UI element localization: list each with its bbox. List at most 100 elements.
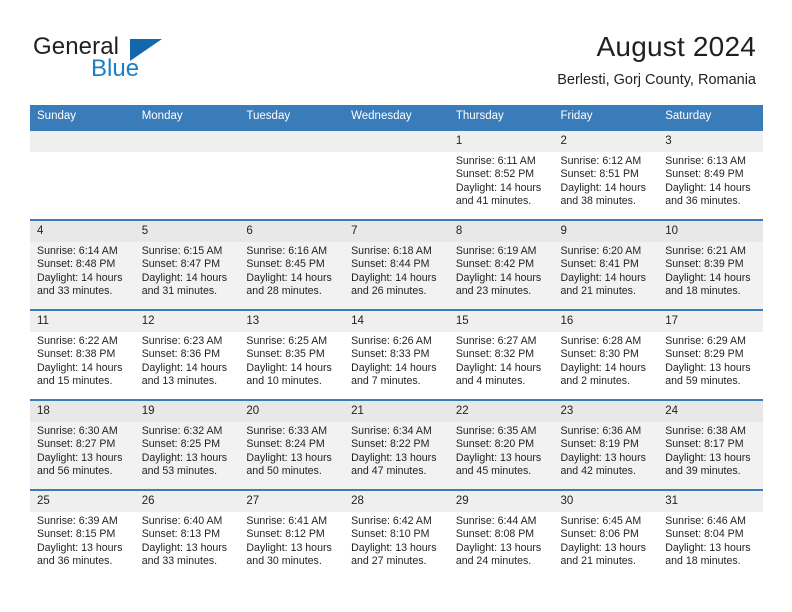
- day-cell[interactable]: 10 Sunrise: 6:21 AM Sunset: 8:39 PM Dayl…: [658, 219, 763, 310]
- day-cell[interactable]: [30, 129, 135, 220]
- day-cell[interactable]: 31 Sunrise: 6:46 AM Sunset: 8:04 PM Dayl…: [658, 489, 763, 579]
- month-calendar-table: Sunday Monday Tuesday Wednesday Thursday…: [30, 105, 763, 579]
- day-cell[interactable]: 21 Sunrise: 6:34 AM Sunset: 8:22 PM Dayl…: [344, 399, 449, 490]
- daylight-text-line1: Daylight: 14 hours: [37, 361, 123, 374]
- sunset-text: Sunset: 8:29 PM: [665, 348, 744, 361]
- sunset-text: Sunset: 8:33 PM: [351, 348, 430, 361]
- day-cell[interactable]: 30 Sunrise: 6:45 AM Sunset: 8:06 PM Dayl…: [553, 489, 659, 579]
- day-cell[interactable]: 18 Sunrise: 6:30 AM Sunset: 8:27 PM Dayl…: [30, 399, 135, 490]
- day-cell[interactable]: 25 Sunrise: 6:39 AM Sunset: 8:15 PM Dayl…: [30, 489, 135, 579]
- sunset-text: Sunset: 8:42 PM: [455, 258, 535, 271]
- day-details: Sunrise: 6:36 AM Sunset: 8:19 PM Dayligh…: [554, 422, 659, 479]
- day-cell[interactable]: 14 Sunrise: 6:26 AM Sunset: 8:33 PM Dayl…: [344, 309, 449, 400]
- day-number: 5: [134, 221, 240, 242]
- day-number: 6: [239, 221, 345, 242]
- daylight-text-line1: Daylight: 13 hours: [665, 451, 751, 464]
- daylight-text-line2: and 42 minutes.: [560, 465, 636, 478]
- day-details: Sunrise: 6:19 AM Sunset: 8:42 PM Dayligh…: [449, 242, 554, 299]
- day-details: Sunrise: 6:41 AM Sunset: 8:12 PM Dayligh…: [239, 512, 344, 569]
- day-cell[interactable]: 20 Sunrise: 6:33 AM Sunset: 8:24 PM Dayl…: [239, 399, 345, 490]
- day-number: 30: [553, 491, 659, 512]
- day-cell[interactable]: 24 Sunrise: 6:38 AM Sunset: 8:17 PM Dayl…: [658, 399, 763, 490]
- logo-text-blue: Blue: [91, 55, 140, 82]
- day-cell[interactable]: 13 Sunrise: 6:25 AM Sunset: 8:35 PM Dayl…: [239, 309, 345, 400]
- day-details: Sunrise: 6:34 AM Sunset: 8:22 PM Dayligh…: [344, 422, 449, 479]
- day-cell[interactable]: 16 Sunrise: 6:28 AM Sunset: 8:30 PM Dayl…: [553, 309, 659, 400]
- day-cell[interactable]: 3 Sunrise: 6:13 AM Sunset: 8:49 PM Dayli…: [658, 129, 763, 220]
- day-cell[interactable]: [239, 129, 345, 220]
- day-cell[interactable]: 15 Sunrise: 6:27 AM Sunset: 8:32 PM Dayl…: [448, 309, 554, 400]
- daylight-text-line2: and 4 minutes.: [455, 375, 526, 388]
- day-details: Sunrise: 6:15 AM Sunset: 8:47 PM Dayligh…: [135, 242, 240, 299]
- calendar-week-row: 11 Sunrise: 6:22 AM Sunset: 8:38 PM Dayl…: [30, 309, 763, 400]
- day-details: Sunrise: 6:32 AM Sunset: 8:25 PM Dayligh…: [135, 422, 240, 479]
- day-cell[interactable]: 29 Sunrise: 6:44 AM Sunset: 8:08 PM Dayl…: [448, 489, 554, 579]
- day-cell[interactable]: 19 Sunrise: 6:32 AM Sunset: 8:25 PM Dayl…: [134, 399, 240, 490]
- daylight-text-line1: Daylight: 14 hours: [665, 271, 751, 284]
- sunset-text: Sunset: 8:47 PM: [141, 258, 221, 271]
- day-cell[interactable]: 7 Sunrise: 6:18 AM Sunset: 8:44 PM Dayli…: [344, 219, 449, 310]
- daylight-text-line2: and 39 minutes.: [665, 465, 741, 478]
- day-cell[interactable]: 26 Sunrise: 6:40 AM Sunset: 8:13 PM Dayl…: [134, 489, 240, 579]
- day-number: 11: [30, 311, 135, 332]
- daylight-text-line2: and 38 minutes.: [560, 195, 636, 208]
- daylight-text-line1: Daylight: 14 hours: [351, 271, 437, 284]
- day-cell[interactable]: 4 Sunrise: 6:14 AM Sunset: 8:48 PM Dayli…: [30, 219, 135, 310]
- day-cell[interactable]: 23 Sunrise: 6:36 AM Sunset: 8:19 PM Dayl…: [553, 399, 659, 490]
- sunrise-text: Sunrise: 6:40 AM: [141, 515, 223, 527]
- sunset-text: Sunset: 8:17 PM: [665, 438, 744, 451]
- day-cell[interactable]: 5 Sunrise: 6:15 AM Sunset: 8:47 PM Dayli…: [134, 219, 240, 310]
- day-number: [344, 131, 449, 152]
- daylight-text-line2: and 41 minutes.: [455, 195, 532, 208]
- day-cell[interactable]: 1 Sunrise: 6:11 AM Sunset: 8:52 PM Dayli…: [448, 129, 554, 220]
- day-cell[interactable]: 17 Sunrise: 6:29 AM Sunset: 8:29 PM Dayl…: [658, 309, 763, 400]
- day-number: 20: [239, 401, 345, 422]
- daylight-text-line2: and 30 minutes.: [246, 555, 322, 568]
- day-cell[interactable]: 27 Sunrise: 6:41 AM Sunset: 8:12 PM Dayl…: [239, 489, 345, 579]
- weekday-header-thursday: Thursday: [448, 105, 554, 130]
- day-number: 21: [344, 401, 449, 422]
- general-blue-logo[interactable]: General Blue: [33, 34, 243, 90]
- daylight-text-line2: and 7 minutes.: [351, 375, 421, 388]
- day-cell[interactable]: 8 Sunrise: 6:19 AM Sunset: 8:42 PM Dayli…: [448, 219, 554, 310]
- daylight-text-line1: Daylight: 13 hours: [37, 541, 123, 554]
- day-number: 7: [344, 221, 449, 242]
- day-number: 23: [553, 401, 659, 422]
- weekday-header-monday: Monday: [134, 105, 240, 130]
- day-number: 10: [658, 221, 763, 242]
- page-title: August 2024: [596, 31, 756, 62]
- sunset-text: Sunset: 8:19 PM: [560, 438, 639, 451]
- daylight-text-line1: Daylight: 13 hours: [37, 451, 123, 464]
- sunrise-text: Sunrise: 6:22 AM: [37, 335, 118, 347]
- location-subtitle: Berlesti, Gorj County, Romania: [557, 72, 756, 88]
- page-header: General Blue August 2024 Berlesti, Gorj …: [0, 0, 792, 104]
- daylight-text-line2: and 59 minutes.: [665, 375, 741, 388]
- daylight-text-line1: Daylight: 13 hours: [141, 451, 228, 464]
- day-details: Sunrise: 6:27 AM Sunset: 8:32 PM Dayligh…: [449, 332, 554, 389]
- day-cell[interactable]: 6 Sunrise: 6:16 AM Sunset: 8:45 PM Dayli…: [239, 219, 345, 310]
- day-cell[interactable]: 22 Sunrise: 6:35 AM Sunset: 8:20 PM Dayl…: [448, 399, 554, 490]
- calendar-week-row: 4 Sunrise: 6:14 AM Sunset: 8:48 PM Dayli…: [30, 219, 763, 310]
- day-cell[interactable]: 2 Sunrise: 6:12 AM Sunset: 8:51 PM Dayli…: [553, 129, 659, 220]
- day-cell[interactable]: 11 Sunrise: 6:22 AM Sunset: 8:38 PM Dayl…: [30, 309, 135, 400]
- day-cell[interactable]: 9 Sunrise: 6:20 AM Sunset: 8:41 PM Dayli…: [553, 219, 659, 310]
- daylight-text-line2: and 18 minutes.: [665, 555, 741, 568]
- daylight-text-line2: and 24 minutes.: [455, 555, 532, 568]
- day-cell[interactable]: [344, 129, 449, 220]
- day-cell[interactable]: 28 Sunrise: 6:42 AM Sunset: 8:10 PM Dayl…: [344, 489, 449, 579]
- sunset-text: Sunset: 8:06 PM: [560, 528, 639, 541]
- sunrise-text: Sunrise: 6:38 AM: [665, 425, 746, 437]
- sunrise-text: Sunrise: 6:45 AM: [560, 515, 642, 527]
- day-details: Sunrise: 6:46 AM Sunset: 8:04 PM Dayligh…: [658, 512, 763, 569]
- day-cell[interactable]: 12 Sunrise: 6:23 AM Sunset: 8:36 PM Dayl…: [134, 309, 240, 400]
- daylight-text-line2: and 33 minutes.: [141, 555, 218, 568]
- day-number: 13: [239, 311, 345, 332]
- sunset-text: Sunset: 8:10 PM: [351, 528, 430, 541]
- day-cell[interactable]: [134, 129, 240, 220]
- day-number: 31: [658, 491, 763, 512]
- sunrise-text: Sunrise: 6:25 AM: [246, 335, 328, 347]
- daylight-text-line1: Daylight: 13 hours: [351, 451, 437, 464]
- day-details: Sunrise: 6:21 AM Sunset: 8:39 PM Dayligh…: [658, 242, 763, 299]
- sunrise-text: Sunrise: 6:27 AM: [455, 335, 537, 347]
- sunrise-text: Sunrise: 6:18 AM: [351, 245, 432, 257]
